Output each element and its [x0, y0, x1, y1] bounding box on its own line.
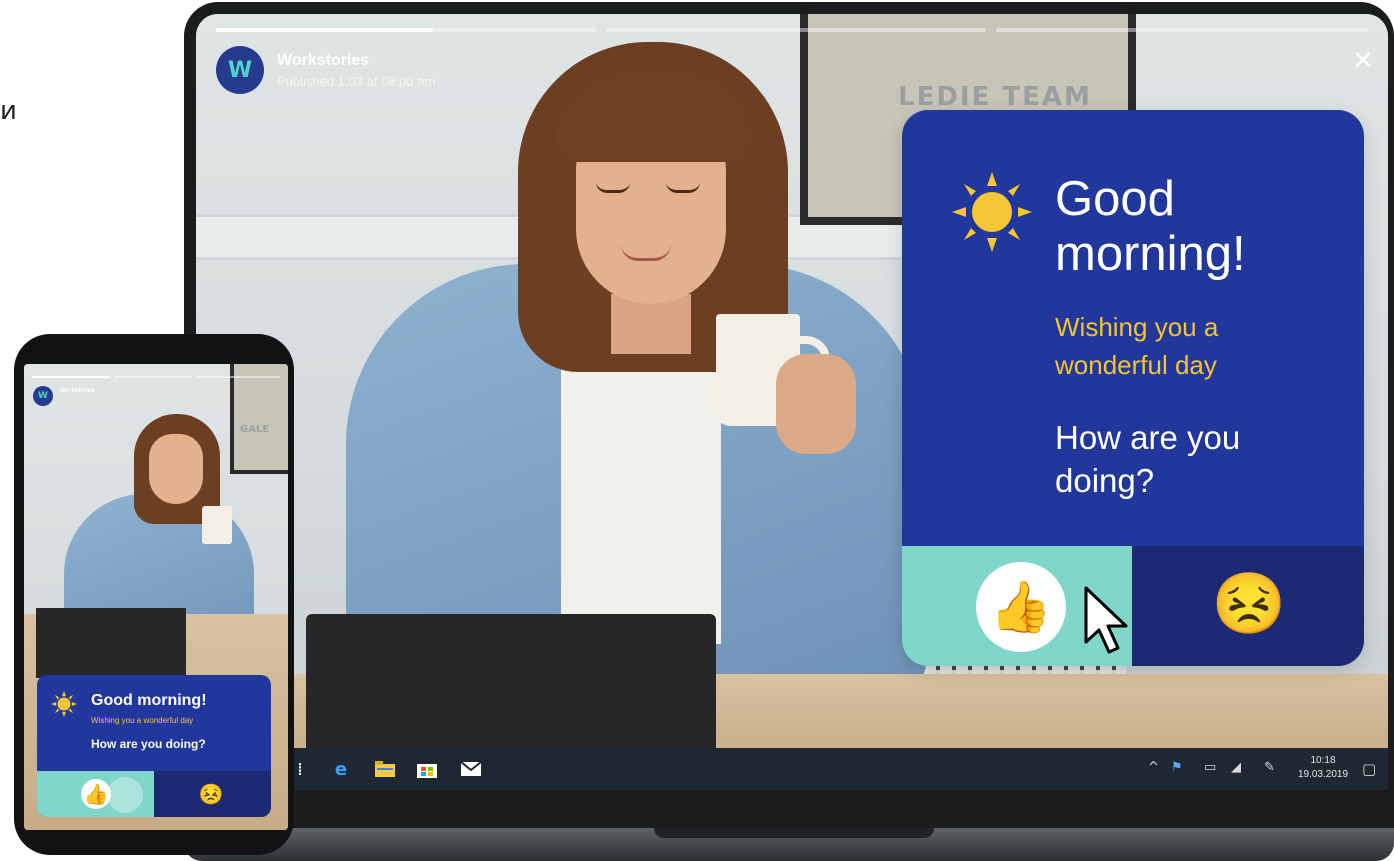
- wish-text: Wishing you a wonderful day: [1055, 312, 1219, 380]
- clock-time: 10:18: [1310, 755, 1336, 766]
- phone-sun-icon: [51, 691, 77, 717]
- clock[interactable]: 10:18 19.03.2019: [1293, 754, 1353, 782]
- chevron-up-icon[interactable]: ^: [1148, 760, 1159, 775]
- edge-icon[interactable]: e: [328, 758, 354, 780]
- notification-icon[interactable]: ▢: [1362, 760, 1376, 778]
- thumbs-up-option[interactable]: 👍: [902, 546, 1132, 666]
- store-icon[interactable]: [414, 758, 440, 780]
- task-view-icon[interactable]: ⁞: [292, 758, 308, 780]
- question-text: How are you doing?: [1055, 419, 1241, 499]
- phone-poll-card: Good morning! Wishing you a wonderful da…: [37, 675, 271, 817]
- phone-frame-text: GALE: [240, 424, 270, 435]
- sun-icon: [952, 172, 1032, 252]
- clock-date: 19.03.2019: [1297, 769, 1349, 780]
- windows-taskbar: ⁞ e ^ ⚑ ▭ ◢ ✎ 10:18 19.03.2019 ▢: [196, 748, 1388, 790]
- poll-card: Good morning! Wishing you a wonderful da…: [902, 110, 1364, 666]
- pen-icon[interactable]: ✎: [1264, 760, 1275, 775]
- brand-name: Workstories: [277, 52, 370, 69]
- phone-wall-frame: GALE: [230, 364, 288, 474]
- workstories-logo[interactable]: W: [216, 46, 264, 94]
- network-icon[interactable]: ⚑: [1171, 760, 1183, 775]
- close-button[interactable]: ✕: [1348, 46, 1378, 76]
- laptop-base: [184, 828, 1394, 861]
- story-progress-2: [606, 28, 986, 32]
- photo-laptop: [306, 614, 716, 764]
- phone-persevering-option[interactable]: 😣: [154, 771, 271, 817]
- cropped-edge-glyph: и: [0, 96, 17, 126]
- mouse-pointer-icon: [1084, 586, 1128, 654]
- frame-text: LEDIE TEAM: [898, 82, 1092, 112]
- wifi-icon[interactable]: ◢: [1231, 760, 1241, 775]
- story-progress-1: [216, 28, 596, 32]
- phone-persevering-face-icon: 😣: [198, 783, 224, 806]
- persevering-face-icon: 😣: [1211, 569, 1287, 637]
- file-explorer-icon[interactable]: [372, 758, 398, 780]
- laptop-screen: LEDIE TEAM W Workstories Published 1.03 …: [196, 14, 1388, 790]
- phone-brand-name: Workstories: [60, 388, 95, 394]
- story-progress-3: [996, 28, 1368, 32]
- published-time: Published 1.03 at 08:00 am: [277, 74, 436, 89]
- phone-wish-text: Wishing you a wonderful day: [91, 716, 194, 725]
- phone-screen: GALE W Workstories Good morning! Wishing…: [24, 364, 288, 830]
- phone-workstories-logo[interactable]: W: [33, 386, 53, 406]
- battery-icon[interactable]: ▭: [1204, 760, 1216, 775]
- phone-thumbs-up-option[interactable]: 👍: [37, 771, 154, 817]
- thumbs-up-icon: 👍: [976, 562, 1066, 652]
- tap-indicator: [107, 777, 143, 813]
- mail-icon[interactable]: [458, 758, 484, 780]
- greeting-text: Good morning!: [1055, 172, 1246, 281]
- phone-greeting-text: Good morning!: [91, 692, 207, 709]
- persevering-option[interactable]: 😣: [1132, 546, 1364, 666]
- phone-question-text: How are you doing?: [91, 737, 206, 751]
